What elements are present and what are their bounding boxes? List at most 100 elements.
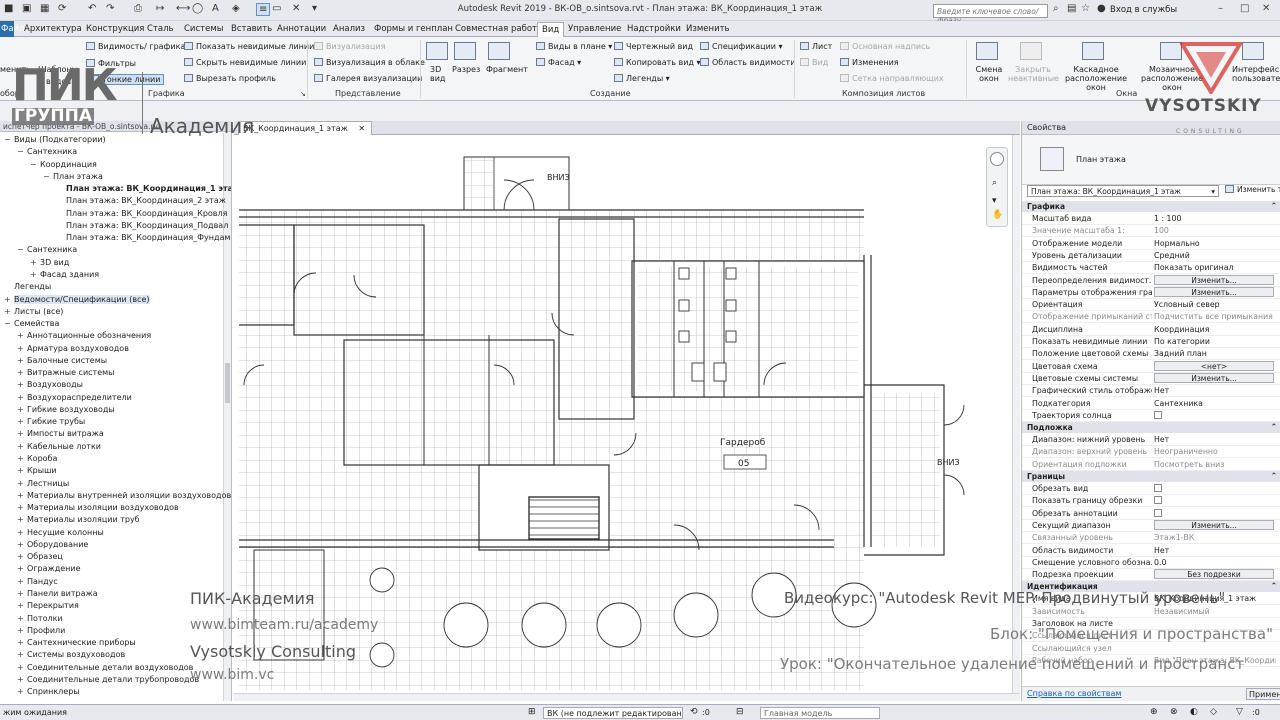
- section-label[interactable]: Разрез: [452, 65, 480, 74]
- tree-item[interactable]: Несущие колонны: [27, 528, 104, 537]
- search-icon[interactable]: ⌕: [1053, 3, 1059, 14]
- tree-item[interactable]: Ограждение: [27, 564, 81, 573]
- expand-icon[interactable]: +: [17, 344, 24, 353]
- property-checkbox[interactable]: [1154, 410, 1162, 419]
- room-name-tag[interactable]: Гардероб: [720, 438, 766, 448]
- expand-icon[interactable]: +: [17, 380, 24, 389]
- star-icon[interactable]: ☆: [1081, 3, 1090, 14]
- expand-icon[interactable]: +: [30, 258, 37, 267]
- expand-icon[interactable]: +: [17, 564, 24, 573]
- sign-in-link[interactable]: Вход в службы: [1110, 5, 1177, 15]
- guide-grid-button[interactable]: Сетка направляющих: [840, 74, 944, 83]
- expand-icon[interactable]: +: [4, 295, 11, 304]
- tree-item[interactable]: Легенды: [14, 282, 51, 291]
- editing-requests-icon[interactable]: ⟲: [690, 707, 698, 717]
- expand-icon[interactable]: +: [30, 270, 37, 279]
- type-selector[interactable]: План этажа: [1022, 135, 1280, 185]
- expand-icon[interactable]: +: [4, 307, 11, 316]
- place-view-button[interactable]: Вид: [800, 58, 828, 67]
- tree-item[interactable]: Семейства: [14, 319, 59, 328]
- project-browser-scrollbar[interactable]: [223, 133, 231, 701]
- drag-elements-icon[interactable]: ◇: [1210, 707, 1217, 717]
- room-number-tag[interactable]: 05: [738, 459, 749, 469]
- tab-addins[interactable]: Надстройки: [627, 24, 681, 34]
- expand-icon[interactable]: +: [17, 356, 24, 365]
- tab-collaborate[interactable]: Совместная работа: [455, 24, 542, 34]
- callout-label[interactable]: Фрагмент: [486, 65, 528, 74]
- tree-item[interactable]: Сантехника: [27, 147, 77, 156]
- tab-annotate[interactable]: Аннотации: [277, 24, 326, 34]
- expand-icon[interactable]: +: [17, 638, 24, 647]
- collapse-icon[interactable]: −: [43, 172, 50, 181]
- tree-item[interactable]: Аннотационные обозначения: [27, 331, 151, 340]
- tree-item[interactable]: Воздуховоды: [27, 380, 83, 389]
- tab-insert[interactable]: Вставить: [231, 24, 272, 34]
- switch-windows-label[interactable]: Смена окон: [974, 65, 1004, 83]
- tree-item[interactable]: План этажа: ВК_Координация_Подвал: [66, 221, 228, 230]
- close-inactive-icon[interactable]: [1020, 42, 1042, 60]
- tile-windows-icon[interactable]: [1160, 42, 1182, 60]
- tree-item[interactable]: Системы воздуховодов: [27, 650, 125, 659]
- filter-icon[interactable]: ▽: [1236, 707, 1243, 717]
- tree-item[interactable]: Листы (все): [14, 307, 63, 316]
- maximize-icon[interactable]: □: [1240, 3, 1249, 14]
- switch-windows-icon[interactable]: [976, 42, 998, 60]
- communication-icon[interactable]: ▤: [1067, 3, 1076, 14]
- scope-box-button[interactable]: Область видимости: [700, 58, 795, 67]
- render-button[interactable]: Визуализация: [314, 42, 386, 51]
- show-hidden-lines-button[interactable]: Показать невидимые линии: [184, 42, 314, 51]
- property-edit-button[interactable]: Без подрезки: [1154, 569, 1274, 580]
- property-group-header[interactable]: Графика ⌃: [1022, 201, 1280, 212]
- tree-item[interactable]: Профили: [27, 626, 65, 635]
- tree-item[interactable]: Балочные системы: [27, 356, 107, 365]
- tab-systems[interactable]: Системы: [184, 24, 223, 34]
- tree-item[interactable]: Витражные системы: [27, 368, 114, 377]
- property-checkbox[interactable]: [1154, 508, 1162, 517]
- expand-icon[interactable]: +: [17, 614, 24, 623]
- callout-icon[interactable]: [488, 42, 510, 60]
- property-value[interactable]: Нет: [1154, 386, 1276, 395]
- tree-item[interactable]: Воздухораспределители: [27, 393, 132, 402]
- close-inactive-label[interactable]: Закрыть неактивные: [1008, 65, 1059, 83]
- cascade-windows-icon[interactable]: [1082, 42, 1104, 60]
- property-value[interactable]: Нормально: [1154, 239, 1276, 248]
- tree-item[interactable]: План этажа: ВК_Координация_1 этаж: [66, 184, 231, 193]
- property-value[interactable]: 1 : 100: [1154, 214, 1276, 223]
- expand-icon[interactable]: +: [17, 687, 24, 696]
- expand-icon[interactable]: +: [17, 368, 24, 377]
- collapse-icon[interactable]: −: [17, 147, 24, 156]
- tab-modify[interactable]: Изменить: [686, 24, 730, 34]
- expand-icon[interactable]: +: [17, 589, 24, 598]
- tree-item[interactable]: Виды (Подкатегории): [14, 135, 106, 144]
- canvas-vertical-scrollbar[interactable]: [1012, 135, 1020, 701]
- tree-item[interactable]: Сантехника: [27, 245, 77, 254]
- tree-item[interactable]: План этажа: ВК_Координация_Фундамент: [66, 233, 231, 242]
- revisions-button[interactable]: Изменения: [840, 58, 899, 67]
- collapse-group-icon[interactable]: ⌃: [1271, 201, 1277, 210]
- edit-type-button[interactable]: Изменить т: [1225, 185, 1280, 194]
- select-pinned-icon[interactable]: ⊗: [1170, 707, 1178, 717]
- expand-icon[interactable]: +: [17, 454, 24, 463]
- collapse-group-icon[interactable]: ⌃: [1271, 471, 1277, 480]
- property-value[interactable]: Средний: [1154, 251, 1276, 260]
- elevation-button[interactable]: Фасад ▾: [536, 58, 581, 67]
- expand-icon[interactable]: +: [17, 429, 24, 438]
- tree-item[interactable]: Ведомости/Спецификации (все): [14, 294, 150, 304]
- visibility-graphics-button[interactable]: Видимость/ графика: [86, 42, 185, 51]
- instance-selector[interactable]: План этажа: ВК_Координация_1 этаж ▾: [1027, 185, 1219, 197]
- property-value[interactable]: Нет: [1154, 546, 1276, 555]
- tree-item[interactable]: План этажа: [53, 172, 103, 181]
- tree-item[interactable]: Пандус: [27, 577, 58, 586]
- expand-icon[interactable]: +: [17, 503, 24, 512]
- user-interface-icon[interactable]: [1242, 42, 1264, 60]
- collapse-icon[interactable]: −: [30, 160, 37, 169]
- property-value[interactable]: Сантехника: [1154, 399, 1276, 408]
- tree-item[interactable]: Соединительные детали воздуховодов: [27, 663, 193, 672]
- property-value[interactable]: Нет: [1154, 435, 1276, 444]
- expand-icon[interactable]: +: [17, 626, 24, 635]
- expand-icon[interactable]: +: [17, 491, 24, 500]
- design-options-icon[interactable]: ⊟: [736, 707, 744, 717]
- tab-analyze[interactable]: Анализ: [333, 24, 365, 34]
- remove-hidden-lines-button[interactable]: Скрыть невидимые линии: [184, 58, 306, 67]
- duplicate-view-button[interactable]: Копировать вид ▾: [614, 58, 701, 67]
